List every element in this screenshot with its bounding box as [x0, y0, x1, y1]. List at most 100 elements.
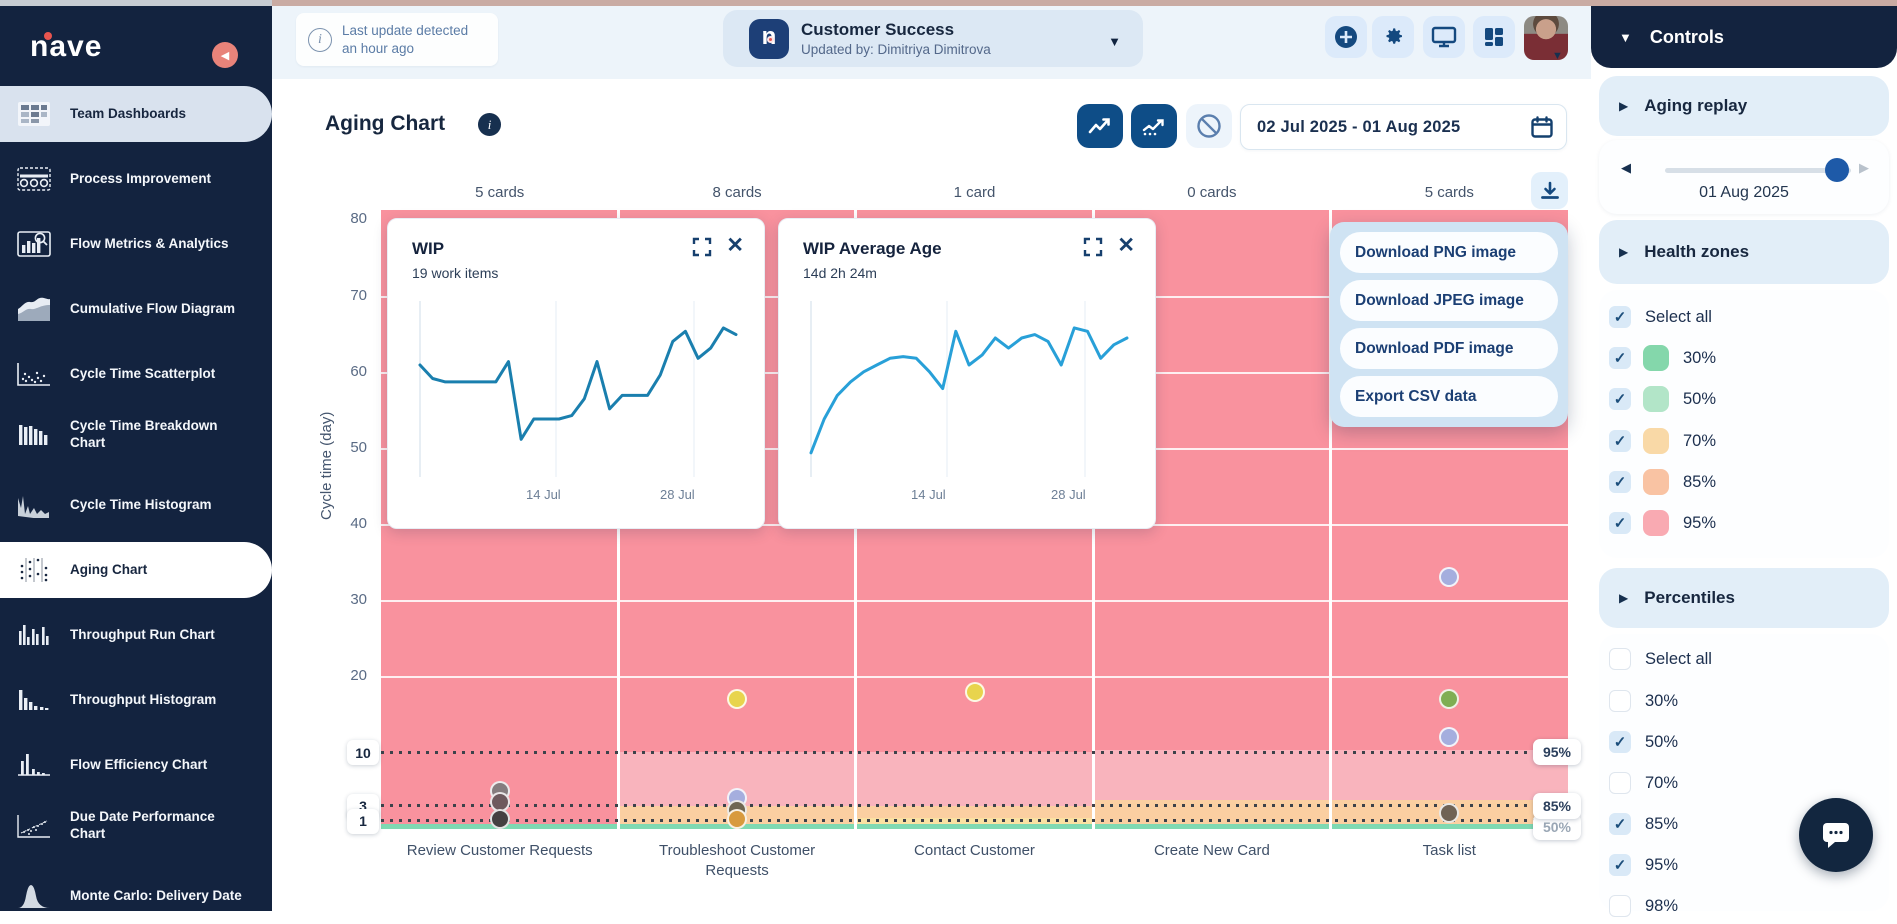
board-subtitle: Updated by: Dimitriya Dimitrova	[801, 42, 991, 57]
option-label: 70%	[1645, 774, 1678, 793]
health-select-all-checkbox[interactable]	[1609, 306, 1631, 328]
expand-icon[interactable]	[1083, 237, 1103, 262]
zone-color-chip	[1643, 345, 1669, 371]
controls-header[interactable]: ▼ Controls	[1591, 6, 1897, 68]
slider-prev-arrow[interactable]: ◀	[1621, 160, 1631, 176]
dashboards-button[interactable]	[1473, 16, 1515, 58]
percentiles-section[interactable]: ▶ Percentiles	[1599, 568, 1889, 628]
checkbox[interactable]	[1609, 854, 1631, 876]
column-label: Task list	[1341, 841, 1558, 861]
close-icon[interactable]: ✕	[726, 233, 744, 258]
download-jpeg-button[interactable]: Download JPEG image	[1340, 280, 1558, 321]
health-select-all-label: Select all	[1645, 308, 1712, 327]
last-update-line2: an hour ago	[342, 41, 414, 56]
checkbox[interactable]	[1609, 772, 1631, 794]
work-item-dot[interactable]	[965, 682, 985, 702]
chart-info-icon[interactable]: i	[478, 113, 501, 136]
health-zone-option-85%: 85%	[1609, 467, 1716, 497]
wip-avg-card-title: WIP Average Age	[803, 239, 942, 259]
replay-date: 01 Aug 2025	[1599, 184, 1889, 202]
nave-logo: nave	[30, 30, 102, 64]
sidebar-item-label: Cumulative Flow Diagram	[70, 301, 250, 318]
sidebar-item-aging-chart[interactable]: Aging Chart	[0, 542, 272, 598]
option-label: 98%	[1645, 897, 1678, 916]
health-zones-section[interactable]: ▶ Health zones	[1599, 220, 1889, 284]
export-csv-button[interactable]: Export CSV data	[1340, 376, 1558, 417]
chat-widget-button[interactable]	[1799, 798, 1873, 872]
close-icon[interactable]: ✕	[1117, 233, 1135, 258]
download-pdf-button[interactable]: Download PDF image	[1340, 328, 1558, 369]
board-selector[interactable]: n Customer Success Updated by: Dimitriya…	[723, 10, 1143, 67]
chart-icon	[12, 96, 56, 132]
board-logo-icon: n	[749, 19, 789, 59]
option-label: 50%	[1683, 390, 1716, 409]
work-item-dot[interactable]	[490, 809, 510, 829]
zone-color-chip	[1643, 428, 1669, 454]
health-zones-label: Health zones	[1644, 242, 1749, 262]
expand-icon[interactable]	[692, 237, 712, 262]
percentile-badge: 85%	[1533, 793, 1581, 819]
clear-filter-button[interactable]	[1186, 104, 1232, 148]
checkbox[interactable]	[1609, 388, 1631, 410]
line-chart-toggle-button[interactable]	[1077, 104, 1123, 148]
sidebar-item-team-dashboards[interactable]: Team Dashboards	[0, 86, 272, 142]
add-button[interactable]	[1325, 16, 1367, 58]
wip-overlay-card: WIP 19 work items ✕ 14 Jul 28 Jul	[387, 218, 765, 529]
y-axis-tick: 30	[315, 591, 367, 608]
download-icon	[1539, 180, 1561, 202]
sidebar-item-label: Cycle Time Histogram	[70, 497, 250, 514]
health-zone-option-30%: 30%	[1609, 343, 1716, 373]
info-icon: i	[308, 28, 332, 52]
checkbox[interactable]	[1609, 512, 1631, 534]
checkbox[interactable]	[1609, 731, 1631, 753]
chart-icon	[12, 682, 56, 718]
sidebar-item-cycle-time-breakdown-chart[interactable]: Cycle Time Breakdown Chart	[0, 407, 272, 463]
download-button[interactable]	[1531, 172, 1568, 209]
replay-slider-handle[interactable]	[1825, 158, 1849, 182]
download-png-button[interactable]: Download PNG image	[1340, 232, 1558, 273]
zone-color-chip	[1643, 386, 1669, 412]
sidebar-item-due-date-performance-chart[interactable]: Due Date Performance Chart	[0, 798, 272, 854]
dotted-trend-toggle-button[interactable]	[1131, 104, 1177, 148]
chart-icon	[12, 487, 56, 523]
sidebar-item-label: Monte Carlo: Delivery Date	[70, 888, 250, 905]
wip-card-subtitle: 19 work items	[412, 265, 498, 281]
sidebar-collapse-button[interactable]: ◀	[212, 42, 238, 68]
health-select-all-row: Select all	[1609, 302, 1712, 332]
sidebar-item-monte-carlo-delivery-date[interactable]: Monte Carlo: Delivery Date	[0, 868, 272, 924]
option-label: 85%	[1645, 815, 1678, 834]
sidebar-item-cycle-time-scatterplot[interactable]: Cycle Time Scatterplot	[0, 346, 272, 402]
percentile-option-95%: 95%	[1609, 850, 1678, 880]
sidebar-item-cumulative-flow-diagram[interactable]: Cumulative Flow Diagram	[0, 281, 272, 337]
percentiles-select-all-checkbox[interactable]	[1609, 648, 1631, 670]
page-title: Aging Chart	[325, 112, 445, 136]
gear-icon	[1381, 25, 1405, 49]
sidebar-item-flow-efficiency-chart[interactable]: Flow Efficiency Chart	[0, 737, 272, 793]
sidebar-item-process-improvement[interactable]: Process Improvement	[0, 151, 272, 207]
slider-next-arrow[interactable]: ▶	[1859, 160, 1869, 176]
controls-title: Controls	[1650, 27, 1724, 48]
sidebar-item-flow-metrics-analytics[interactable]: Flow Metrics & Analytics	[0, 216, 272, 272]
date-range-picker[interactable]: 02 Jul 2025 - 01 Aug 2025	[1240, 104, 1567, 150]
checkbox[interactable]	[1609, 813, 1631, 835]
checkbox[interactable]	[1609, 471, 1631, 493]
aging-replay-section[interactable]: ▶ Aging replay	[1599, 76, 1889, 136]
last-update-line1: Last update detected	[342, 23, 468, 38]
chart-icon	[12, 617, 56, 653]
checkbox[interactable]	[1609, 430, 1631, 452]
checkbox[interactable]	[1609, 895, 1631, 917]
chart-icon	[12, 417, 56, 453]
sidebar-item-throughput-run-chart[interactable]: Throughput Run Chart	[0, 607, 272, 663]
checkbox[interactable]	[1609, 347, 1631, 369]
settings-button[interactable]	[1372, 16, 1414, 58]
sidebar-item-throughput-histogram[interactable]: Throughput Histogram	[0, 672, 272, 728]
left-sidebar: nave Team Dashboards Process Improvement F…	[0, 6, 272, 911]
chart-icon	[12, 878, 56, 914]
checkbox[interactable]	[1609, 690, 1631, 712]
sidebar-item-label: Flow Metrics & Analytics	[70, 236, 250, 253]
sidebar-item-cycle-time-histogram[interactable]: Cycle Time Histogram	[0, 477, 272, 533]
chart-icon	[12, 161, 56, 197]
replay-slider-track[interactable]	[1665, 168, 1851, 173]
chat-bubble-icon	[1819, 819, 1853, 851]
display-button[interactable]	[1423, 16, 1465, 58]
